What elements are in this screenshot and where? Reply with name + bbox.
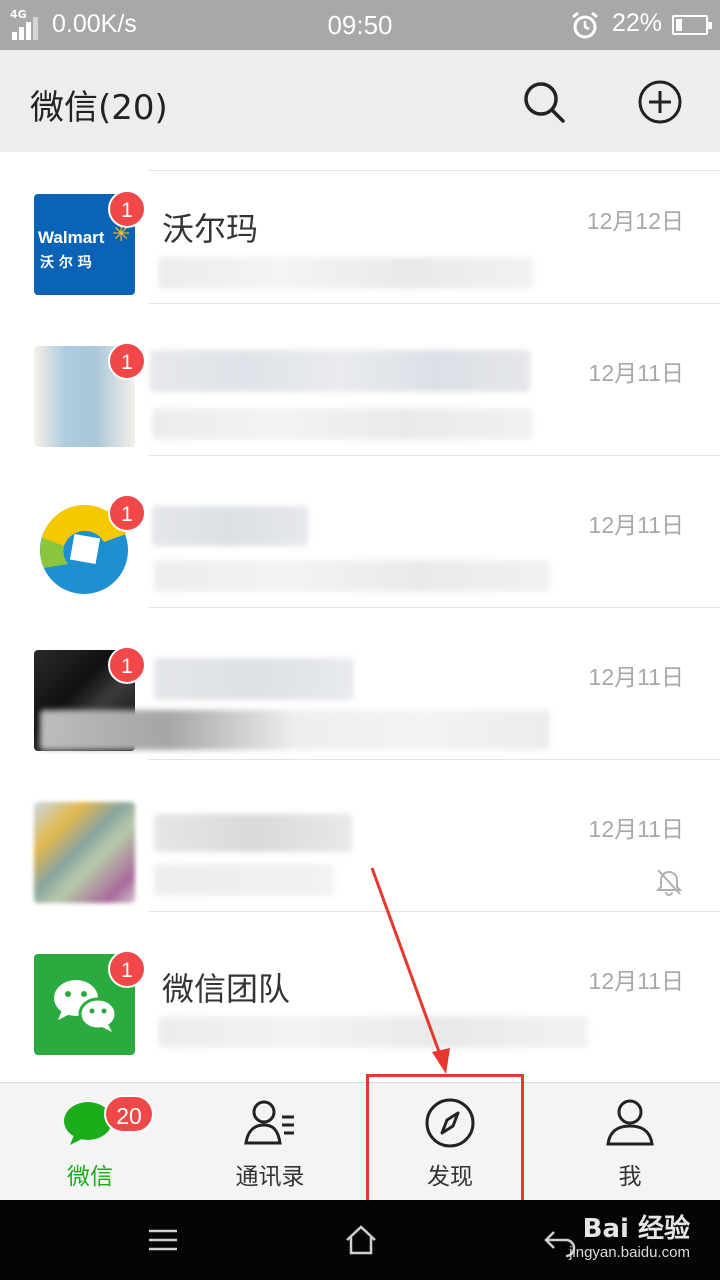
chat-date: 12月11日 (588, 512, 684, 538)
message-preview-blurred (158, 257, 533, 289)
annotation-arrow (370, 867, 450, 1074)
search-icon[interactable] (520, 78, 568, 126)
mute-bell-icon (655, 869, 683, 896)
watermark-brand: Bai 经验 (582, 1214, 690, 1244)
name-blurred (154, 814, 352, 852)
app-header: 微信(20) (0, 50, 720, 152)
chat-date: 12月11日 (588, 664, 684, 690)
tab-chats[interactable]: 20 微信 (0, 1083, 180, 1201)
chat-date: 12月11日 (588, 360, 684, 386)
message-preview-blurred (40, 710, 550, 750)
chat-date: 12月12日 (586, 208, 684, 234)
page-title: 微信(20) (30, 88, 168, 128)
menu-icon[interactable] (143, 1220, 183, 1260)
unread-badge: 1 (108, 646, 146, 684)
chat-name: 沃尔玛 (162, 210, 259, 248)
baidu-jingyan-watermark: Bai 经验 jingyan.baidu.com (530, 1208, 690, 1270)
battery-percent: 22% (612, 9, 663, 37)
chat-item[interactable]: 1 12月11日 (0, 304, 720, 456)
name-blurred (150, 350, 530, 392)
tab-me[interactable]: 我 (540, 1083, 720, 1201)
unread-badge: 1 (108, 342, 146, 380)
name-blurred (152, 506, 308, 546)
chat-date: 12月11日 (588, 968, 684, 994)
avatar-brand-subtext: 沃 尔 玛 (40, 255, 92, 271)
unread-badge: 1 (108, 494, 146, 532)
bottom-tab-bar: 20 微信 通讯录 发现 我 (0, 1082, 720, 1200)
avatar-brand-text: Walmart (38, 228, 105, 247)
chat-date: 12月11日 (588, 816, 684, 842)
status-bar: 4G 0.00K/s 09:50 22% (0, 0, 720, 50)
unread-badge: 1 (108, 950, 146, 988)
message-preview-blurred (154, 864, 334, 896)
chat-item[interactable]: 1 12月11日 (0, 608, 720, 760)
avatar (34, 802, 135, 903)
message-preview-blurred (152, 408, 532, 440)
chat-item[interactable]: 1 12月11日 (0, 456, 720, 608)
person-icon (606, 1099, 654, 1146)
message-preview-blurred (154, 560, 550, 592)
tab-label: 微信 (67, 1164, 113, 1190)
battery-icon (672, 15, 712, 35)
unread-badge: 1 (108, 190, 146, 228)
plus-circle-icon[interactable] (636, 78, 684, 126)
annotation-highlight-box (366, 1074, 524, 1220)
name-blurred (154, 658, 354, 700)
chat-item-walmart[interactable]: Walmart ✳ 沃 尔 玛 1 沃尔玛 12月12日 (0, 152, 720, 304)
watermark-url: jingyan.baidu.com (569, 1244, 690, 1261)
home-icon[interactable] (341, 1220, 381, 1260)
tab-contacts[interactable]: 通讯录 (180, 1083, 360, 1201)
tab-label: 通讯录 (235, 1164, 305, 1190)
tab-label: 我 (618, 1164, 642, 1190)
chat-name: 微信团队 (162, 970, 291, 1008)
alarm-clock-icon (572, 11, 598, 39)
contacts-icon (244, 1100, 294, 1145)
unread-count-badge: 20 (104, 1095, 154, 1133)
